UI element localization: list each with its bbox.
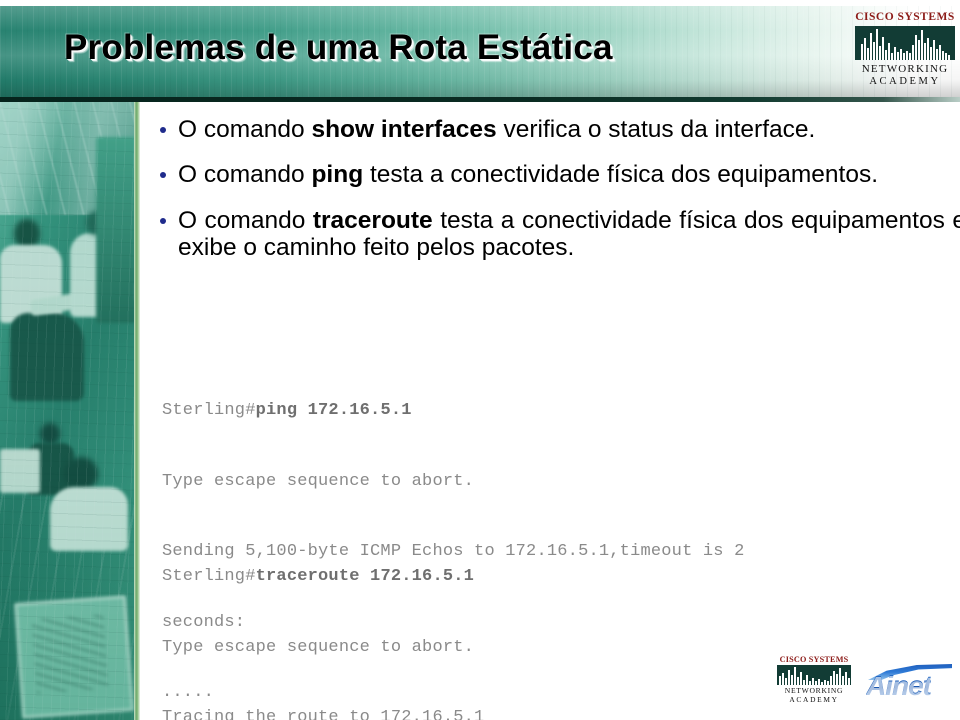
academy-label: ACADEMY <box>869 76 941 88</box>
bullet-1-pre: O comando <box>178 116 312 143</box>
ainet-wordmark: Ainet <box>866 670 932 701</box>
networking-label: NETWORKING <box>861 62 949 75</box>
traceroute-prompt: Sterling# <box>162 567 256 586</box>
ping-command: ping 172.16.5.1 <box>255 401 412 420</box>
bullet-item-traceroute: O comando traceroute testa a conectivida… <box>158 207 960 262</box>
ping-prompt: Sterling# <box>162 401 256 420</box>
bullet-1-command: show interfaces <box>311 116 497 143</box>
footer-cisco-bridge-icon <box>777 665 851 686</box>
bullet-list: O comando show interfaces verifica o sta… <box>158 116 960 280</box>
bullet-2-post: testa a conectividade física dos equipam… <box>363 161 878 189</box>
bullet-2-pre: O comando <box>178 161 312 189</box>
cisco-bridge-icon <box>855 25 955 60</box>
traceroute-prompt-line: Sterling#traceroute 172.16.5.1 <box>162 565 862 589</box>
banner-underline <box>0 97 960 102</box>
console-output-traceroute: Sterling#traceroute 172.16.5.1 Type esca… <box>162 518 862 720</box>
ping-line-1: Type escape sequence to abort. <box>162 471 475 491</box>
bullet-2-command: ping <box>311 161 364 189</box>
bullet-item-ping: O comando ping testa a conectividade fís… <box>158 161 960 188</box>
bullet-3-pre: O comando <box>178 206 313 234</box>
page-title: Problemas de uma Rota Estática <box>64 28 613 67</box>
decorative-classroom-photo <box>0 101 134 720</box>
footer-academy-label: ACADEMY <box>789 694 839 704</box>
footer-cisco-systems-wordmark: CISCO SYSTEMS <box>779 655 849 664</box>
bullet-1-post: verifica o status da interface. <box>496 116 816 143</box>
sidebar-divider <box>134 101 140 720</box>
photo-teal-tint <box>0 101 134 720</box>
slide-canvas: Problemas de uma Rota Estática CISCO SYS… <box>0 0 960 720</box>
ping-prompt-line: Sterling#ping 172.16.5.1 <box>162 399 862 423</box>
cisco-networking-academy-logo: CISCO SYSTEMS NETWORKING ACADEMY <box>855 11 955 88</box>
bullet-3-command: traceroute <box>312 206 433 234</box>
cisco-systems-wordmark: CISCO SYSTEMS <box>855 11 955 23</box>
ainet-logo: Ainet <box>866 662 952 702</box>
footer-cisco-networking-academy-logo: CISCO SYSTEMS NETWORKING ACADEMY <box>777 655 851 704</box>
traceroute-line-2: Tracing the route to 172.16.5.1 <box>162 708 485 720</box>
traceroute-line-1: Type escape sequence to abort. <box>162 637 475 657</box>
traceroute-command: traceroute 172.16.5.1 <box>255 567 475 586</box>
bullet-item-show-interfaces: O comando show interfaces verifica o sta… <box>158 116 960 143</box>
